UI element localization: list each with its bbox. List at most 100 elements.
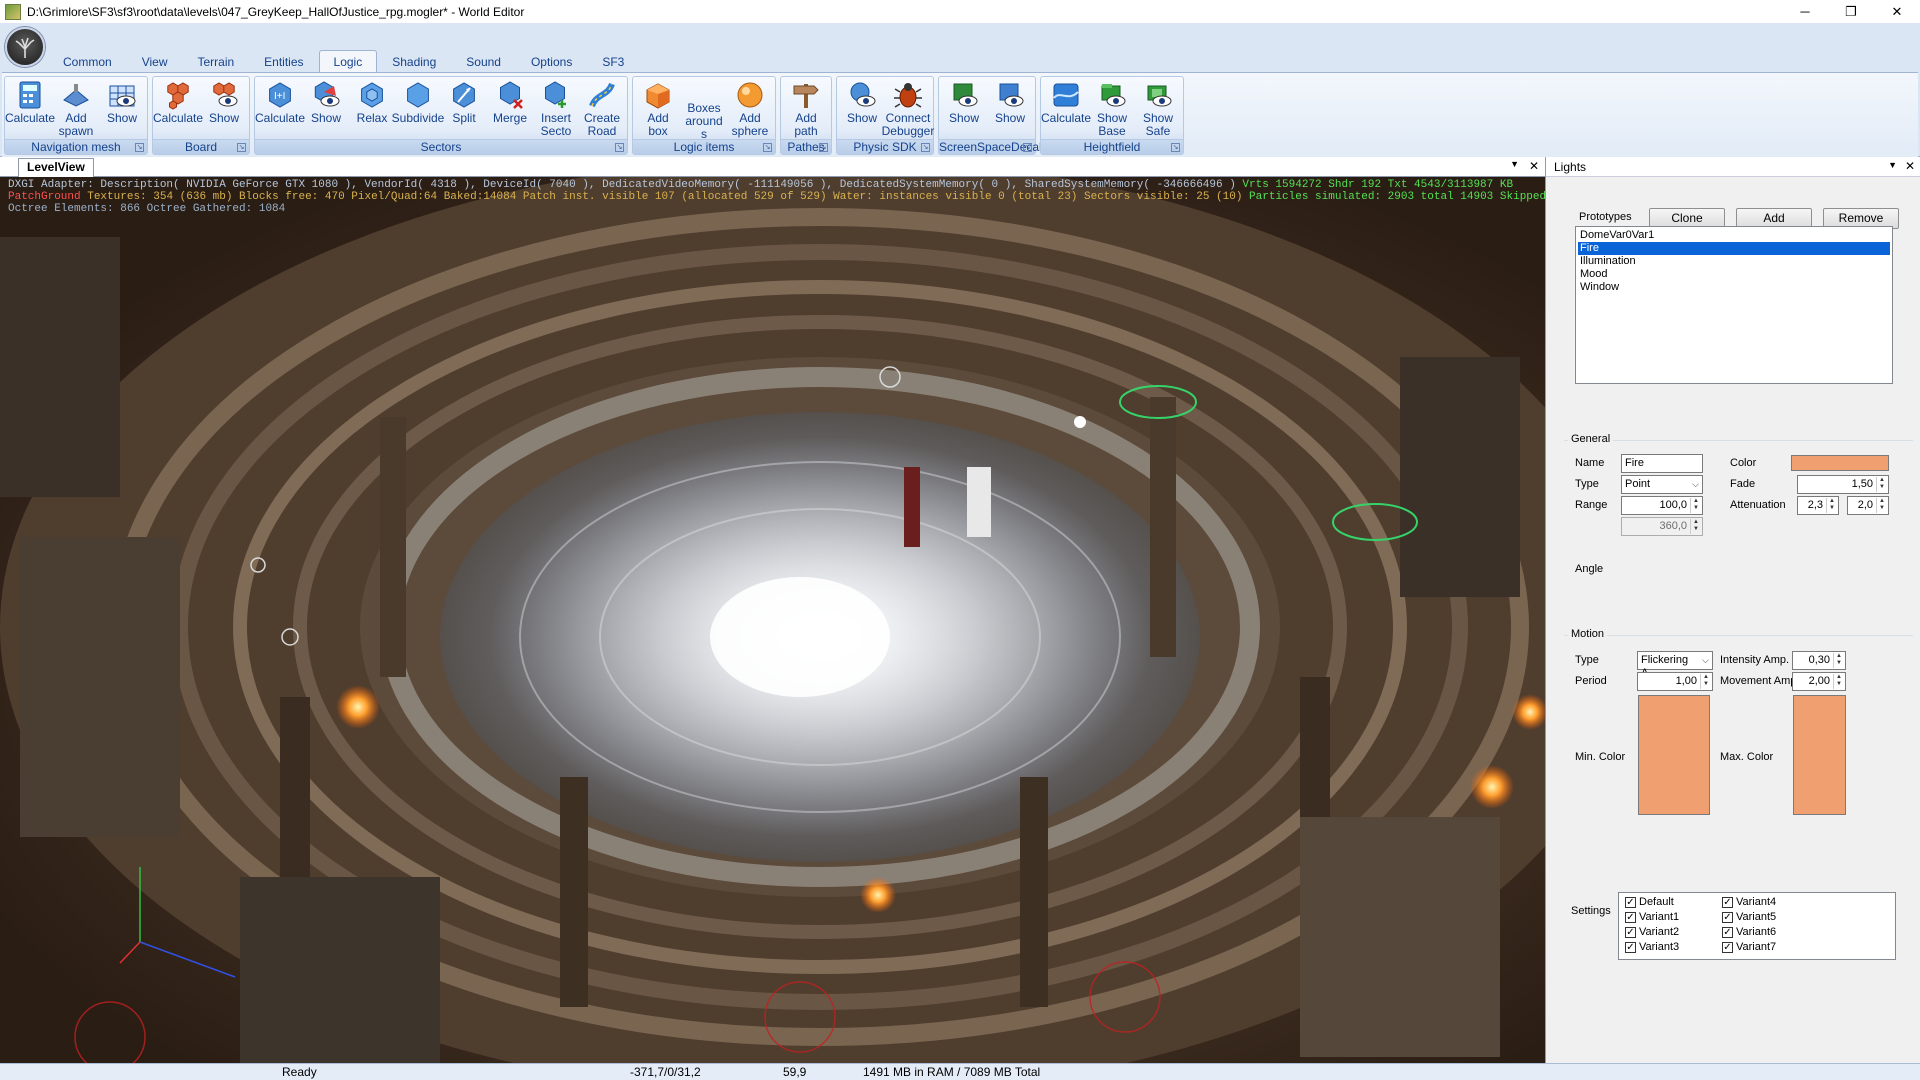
tab-options[interactable]: Options (516, 50, 587, 72)
button-label: Addbox (647, 112, 668, 138)
minimize-button[interactable]: ─ (1782, 0, 1828, 23)
tab-sound[interactable]: Sound (451, 50, 516, 72)
dialog-launcher-icon[interactable]: ↘ (237, 143, 246, 152)
maximize-button[interactable]: ❐ (1828, 0, 1874, 23)
button-label-line1: Show (847, 112, 877, 125)
dropdown-icon[interactable]: ▼ (1510, 159, 1519, 169)
show-button-button[interactable]: Show (303, 77, 349, 141)
close-icon[interactable]: ✕ (1905, 159, 1915, 173)
application-menu-orb[interactable] (5, 27, 45, 67)
period-spinner[interactable]: 1,00 ▲▼ (1637, 672, 1713, 691)
add-path-button[interactable]: Addpath (783, 77, 829, 141)
range-spinner[interactable]: 100,0 ▲▼ (1621, 496, 1703, 515)
road-icon (586, 80, 618, 110)
list-item[interactable]: Window (1578, 281, 1890, 294)
calculate-button-button[interactable]: Calculate (1043, 77, 1089, 141)
dialog-launcher-icon[interactable]: ↘ (819, 143, 828, 152)
button-label-line2: around s (681, 115, 727, 141)
tab-shading[interactable]: Shading (377, 50, 451, 72)
dialog-launcher-icon[interactable]: ↘ (615, 143, 624, 152)
tab-terrain[interactable]: Terrain (182, 50, 249, 72)
list-item[interactable]: Illumination (1578, 255, 1890, 268)
sector-calc-icon: I+I (264, 80, 296, 110)
spinner-arrows-icon[interactable]: ▲▼ (1700, 674, 1711, 689)
dialog-launcher-icon[interactable]: ↘ (763, 143, 772, 152)
checkbox-variant6[interactable]: ✓Variant6 (1722, 926, 1776, 938)
button-label-line1: Relax (357, 112, 388, 125)
name-field[interactable]: Fire (1621, 454, 1703, 473)
dialog-launcher-icon[interactable]: ↘ (921, 143, 930, 152)
list-item[interactable]: DomeVar0Var1 (1578, 229, 1890, 242)
add-box-button[interactable]: Addbox (635, 77, 681, 141)
show-button-button[interactable]: Show (99, 77, 145, 141)
attenuation-spinner-2[interactable]: 2,0 ▲▼ (1847, 496, 1889, 515)
tab-entities[interactable]: Entities (249, 50, 318, 72)
relax-button-button[interactable]: Relax (349, 77, 395, 141)
tab-levelview[interactable]: LevelView (18, 158, 94, 177)
create-road-button[interactable]: CreateRoad (579, 77, 625, 141)
dialog-launcher-icon[interactable]: ↘ (135, 143, 144, 152)
motion-type-select[interactable]: Flickering A ⌵ (1637, 651, 1713, 670)
angle-label: Angle (1575, 563, 1603, 575)
spinner-arrows-icon[interactable]: ▲▼ (1876, 498, 1887, 513)
app-icon (5, 4, 21, 20)
fade-spinner[interactable]: 1,50 ▲▼ (1797, 475, 1889, 494)
calculate-button-button[interactable]: Calculate (155, 77, 201, 141)
spinner-arrows-icon[interactable]: ▲▼ (1833, 674, 1844, 689)
button-label-line2: Base (1097, 125, 1127, 138)
tab-logic[interactable]: Logic (319, 50, 378, 72)
stats-patchground: PatchGround (8, 191, 81, 203)
attenuation-spinner-1[interactable]: 2,3 ▲▼ (1797, 496, 1839, 515)
spinner-arrows-icon[interactable]: ▲▼ (1690, 498, 1701, 513)
calculate-button-button[interactable]: Calculate (7, 77, 53, 141)
ribbon-group-label: Physic SDK (837, 139, 933, 154)
show-base-button[interactable]: ShowBase (1089, 77, 1135, 141)
show-button-button[interactable]: Show (941, 77, 987, 141)
dialog-launcher-icon[interactable]: ↘ (1171, 143, 1180, 152)
tab-common[interactable]: Common (48, 50, 127, 72)
checkbox-default[interactable]: ✓Default (1625, 896, 1674, 908)
prototypes-list[interactable]: DomeVar0Var1FireIlluminationMoodWindow (1575, 226, 1893, 384)
show-base-icon (1096, 80, 1128, 110)
checkbox-variant3[interactable]: ✓Variant3 (1625, 941, 1679, 953)
pin-icon[interactable]: ▼ (1888, 160, 1897, 170)
button-label: ShowSafe (1143, 112, 1173, 138)
close-button[interactable]: ✕ (1874, 0, 1920, 23)
connect-debugger-button[interactable]: ConnectDebugger (885, 77, 931, 141)
min-color-swatch[interactable] (1638, 695, 1710, 815)
3d-viewport[interactable]: DXGI Adapter: Description( NVIDIA GeForc… (0, 177, 1545, 1063)
color-swatch[interactable] (1791, 455, 1889, 471)
split-icon (448, 80, 480, 110)
checkbox-variant7[interactable]: ✓Variant7 (1722, 941, 1776, 953)
show-safe-button[interactable]: ShowSafe (1135, 77, 1181, 141)
list-item[interactable]: Mood (1578, 268, 1890, 281)
checkbox-variant2[interactable]: ✓Variant2 (1625, 926, 1679, 938)
insert-secto-button[interactable]: InsertSecto (533, 77, 579, 141)
calculate-button-button[interactable]: I+ICalculate (257, 77, 303, 141)
tab-sf3[interactable]: SF3 (587, 50, 639, 72)
add-spawn-button[interactable]: Addspawn (53, 77, 99, 141)
type-select[interactable]: Point ⌵ (1621, 475, 1703, 494)
button-label-line2: Secto (541, 125, 572, 138)
movement-amp-spinner[interactable]: 2,00 ▲▼ (1792, 672, 1846, 691)
dialog-launcher-icon[interactable]: ↘ (1023, 143, 1032, 152)
merge-button-button[interactable]: Merge (487, 77, 533, 141)
subdivide-button-button[interactable]: Subdivide (395, 77, 441, 141)
tab-view[interactable]: View (127, 50, 183, 72)
checkbox-variant4[interactable]: ✓Variant4 (1722, 896, 1776, 908)
checkbox-variant5[interactable]: ✓Variant5 (1722, 911, 1776, 923)
spinner-arrows-icon[interactable]: ▲▼ (1826, 498, 1837, 513)
show-button-button[interactable]: Show (201, 77, 247, 141)
max-color-swatch[interactable] (1793, 695, 1846, 815)
checkbox-variant1[interactable]: ✓Variant1 (1625, 911, 1679, 923)
show-button-button[interactable]: Show (987, 77, 1033, 141)
intensity-amp-spinner[interactable]: 0,30 ▲▼ (1792, 651, 1846, 670)
spinner-arrows-icon[interactable]: ▲▼ (1833, 653, 1844, 668)
add-sphere-button[interactable]: Addsphere (727, 77, 773, 141)
show-button-button[interactable]: Show (839, 77, 885, 141)
list-item[interactable]: Fire (1578, 242, 1890, 255)
split-button-button[interactable]: Split (441, 77, 487, 141)
boxes-around-s-button[interactable]: Boxesaround s (681, 77, 727, 141)
spinner-arrows-icon[interactable]: ▲▼ (1876, 477, 1887, 492)
close-icon[interactable]: ✕ (1529, 159, 1539, 173)
